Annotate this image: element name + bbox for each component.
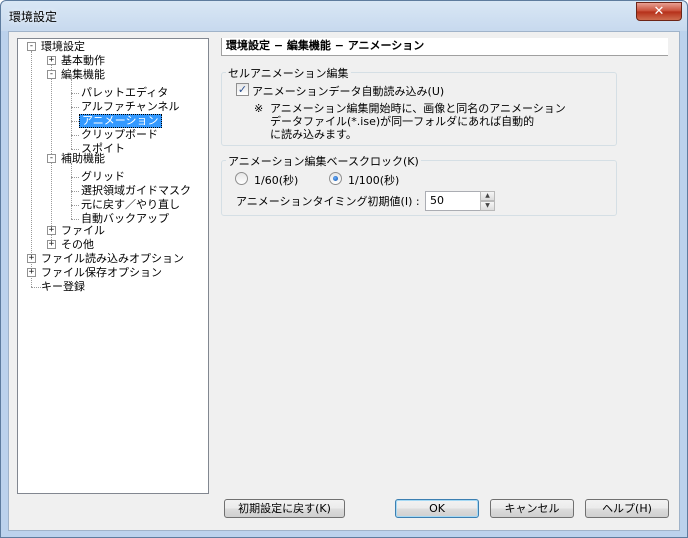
auto-load-checkbox[interactable]: ✓ bbox=[236, 83, 249, 96]
tree-item-selection-guide[interactable]: 選択領域ガイドマスク bbox=[79, 184, 193, 198]
tree-item-file[interactable]: ファイル bbox=[59, 224, 107, 238]
tree-item-palette-editor[interactable]: パレットエディタ bbox=[79, 86, 170, 100]
tree-item-root[interactable]: 環境設定 bbox=[39, 40, 87, 54]
tree-file-load-expander[interactable]: + bbox=[27, 254, 36, 263]
tree-item-grid[interactable]: グリッド bbox=[79, 170, 127, 184]
tree-file-expander[interactable]: + bbox=[47, 226, 56, 235]
ok-button[interactable]: OK bbox=[395, 499, 479, 518]
cancel-button[interactable]: キャンセル bbox=[490, 499, 574, 518]
radio-selected-dot bbox=[333, 176, 338, 181]
tree-item-basic[interactable]: 基本動作 bbox=[59, 54, 107, 68]
base-clock-group: アニメーション編集ベースクロック(K) 1/60(秒) 1/100(秒) アニメ… bbox=[221, 153, 617, 216]
note-marker: ※ bbox=[254, 102, 264, 115]
spin-down-icon[interactable]: ▼ bbox=[480, 201, 495, 211]
title-bar[interactable]: 環境設定 ✕ bbox=[1, 1, 687, 31]
cel-animation-group: セルアニメーション編集 ✓ アニメーションデータ自動読み込み(U) ※ アニメー… bbox=[221, 65, 617, 146]
page-title: 環境設定 − 編集機能 − アニメーション bbox=[221, 38, 668, 56]
tree-file-save-expander[interactable]: + bbox=[27, 268, 36, 277]
tree-item-alpha-channel[interactable]: アルファチャンネル bbox=[79, 100, 182, 114]
window-title: 環境設定 bbox=[9, 10, 58, 24]
clock-60-label[interactable]: 1/60(秒) bbox=[254, 172, 298, 188]
tree-item-file-save[interactable]: ファイル保存オプション bbox=[39, 266, 164, 280]
tree-item-animation[interactable]: アニメーション bbox=[79, 114, 162, 128]
auto-load-label[interactable]: アニメーションデータ自動読み込み(U) bbox=[252, 83, 444, 99]
timing-spinner[interactable]: ▲ ▼ bbox=[480, 191, 495, 211]
tree-other-expander[interactable]: + bbox=[47, 240, 56, 249]
clock-60-radio[interactable] bbox=[235, 172, 248, 185]
tree-root-expander[interactable]: - bbox=[27, 42, 36, 51]
close-button[interactable]: ✕ bbox=[636, 2, 682, 21]
tree-aux-expander[interactable]: - bbox=[47, 154, 56, 163]
spin-up-icon[interactable]: ▲ bbox=[480, 191, 495, 201]
close-icon: ✕ bbox=[653, 4, 665, 19]
tree-item-key-registration[interactable]: キー登録 bbox=[39, 280, 87, 294]
tree-item-undo-redo[interactable]: 元に戻す／やり直し bbox=[79, 198, 182, 212]
tree-item-edit[interactable]: 編集機能 bbox=[59, 68, 107, 82]
auto-load-note: アニメーション編集開始時に、画像と同名のアニメーション データファイル(*.is… bbox=[270, 102, 566, 141]
timing-label: アニメーションタイミング初期値(I) : bbox=[236, 195, 420, 208]
cel-animation-group-title: セルアニメーション編集 bbox=[226, 65, 351, 81]
clock-100-label[interactable]: 1/100(秒) bbox=[348, 172, 399, 188]
tree-item-aux[interactable]: 補助機能 bbox=[59, 152, 107, 166]
timing-input[interactable]: 50 bbox=[425, 191, 481, 211]
help-button[interactable]: ヘルプ(H) bbox=[585, 499, 669, 518]
tree-edit-expander[interactable]: - bbox=[47, 70, 56, 79]
settings-dialog: 環境設定 ✕ - 環境設定 + 基本動作 - 編集機能 パレットエディタ アルフ… bbox=[0, 0, 688, 538]
dialog-body: - 環境設定 + 基本動作 - 編集機能 パレットエディタ アルファチャンネル … bbox=[8, 31, 680, 531]
tree-basic-expander[interactable]: + bbox=[47, 56, 56, 65]
base-clock-group-title: アニメーション編集ベースクロック(K) bbox=[226, 153, 421, 169]
settings-tree[interactable]: - 環境設定 + 基本動作 - 編集機能 パレットエディタ アルファチャンネル … bbox=[17, 38, 209, 494]
tree-item-other[interactable]: その他 bbox=[59, 238, 96, 252]
tree-item-file-load[interactable]: ファイル読み込みオプション bbox=[39, 252, 186, 266]
clock-100-radio[interactable] bbox=[329, 172, 342, 185]
tree-item-clipboard[interactable]: クリップボード bbox=[79, 128, 160, 142]
checkmark-icon: ✓ bbox=[237, 83, 248, 96]
reset-defaults-button[interactable]: 初期設定に戻す(K) bbox=[224, 499, 345, 518]
